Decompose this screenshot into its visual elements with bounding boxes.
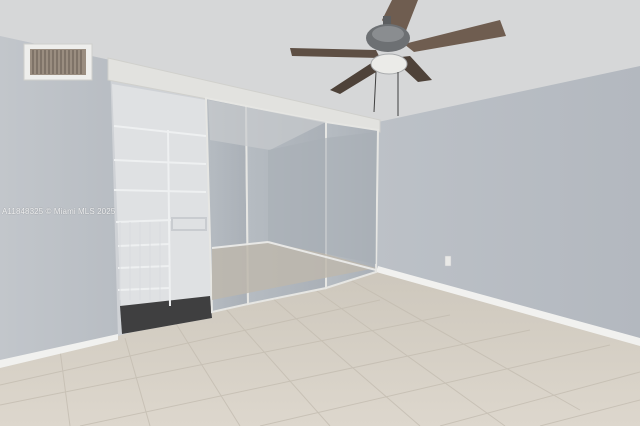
closet-interior	[112, 84, 212, 334]
ac-vent-icon	[23, 43, 93, 81]
mirror-reflection-wall	[268, 132, 376, 264]
bedroom-photo: A11848325 © Miami MLS 2025	[0, 0, 640, 426]
watermark-text: A11848325 © Miami MLS 2025	[2, 207, 116, 216]
left-wall	[0, 36, 118, 364]
wall-outlet-icon	[444, 255, 452, 267]
